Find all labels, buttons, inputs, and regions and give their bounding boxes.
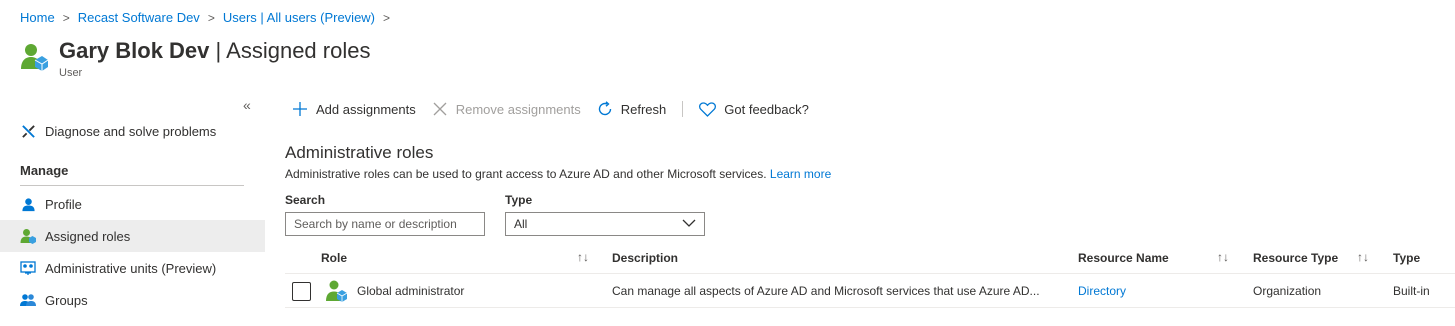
add-assignments-label: Add assignments xyxy=(316,101,416,117)
resource-type: Organization xyxy=(1253,284,1322,298)
admin-units-icon xyxy=(20,260,36,276)
title-divider: | xyxy=(215,38,222,63)
refresh-button[interactable]: Refresh xyxy=(597,101,667,117)
wrench-icon xyxy=(20,123,36,139)
plus-icon xyxy=(292,101,308,117)
learn-more-link[interactable]: Learn more xyxy=(770,167,831,181)
breadcrumb-users[interactable]: Users | All users (Preview) xyxy=(223,10,375,25)
column-header-resource-type[interactable]: Resource Type xyxy=(1253,251,1338,265)
command-bar: Add assignments Remove assignments Refre… xyxy=(292,98,825,120)
collapse-sidebar-icon[interactable]: « xyxy=(243,97,251,113)
remove-assignments-button[interactable]: Remove assignments xyxy=(432,101,581,117)
sidebar-item-assigned-roles[interactable]: Assigned roles xyxy=(0,220,265,252)
sort-icon[interactable]: ↑↓ xyxy=(577,250,589,264)
assigned-roles-icon xyxy=(20,228,36,244)
type-label: Type xyxy=(505,193,533,207)
refresh-icon xyxy=(597,101,613,117)
sidebar-item-label: Assigned roles xyxy=(45,228,131,244)
description-text: Administrative roles can be used to gran… xyxy=(285,167,767,181)
type-dropdown[interactable]: All xyxy=(505,212,705,236)
row-checkbox[interactable] xyxy=(292,282,311,301)
page-header: Gary Blok Dev | Assigned roles User xyxy=(20,38,370,79)
search-input[interactable] xyxy=(285,212,485,236)
add-assignments-button[interactable]: Add assignments xyxy=(292,101,416,117)
divider xyxy=(20,185,244,186)
search-label: Search xyxy=(285,193,326,207)
column-header-description[interactable]: Description xyxy=(612,251,678,265)
role-type: Built-in xyxy=(1393,284,1430,298)
page-subtitle: User xyxy=(59,67,83,79)
breadcrumb-tenant[interactable]: Recast Software Dev xyxy=(78,10,200,25)
chevron-down-icon xyxy=(682,217,696,231)
table-row[interactable]: Global administrator Can manage all aspe… xyxy=(285,275,1455,308)
section-description: Administrative roles can be used to gran… xyxy=(285,167,1455,181)
content-section: Administrative roles Administrative role… xyxy=(285,143,1455,181)
page-title: Gary Blok Dev | Assigned roles xyxy=(59,38,370,64)
section-header-manage: Manage xyxy=(20,163,69,178)
sort-icon[interactable]: ↑↓ xyxy=(1217,250,1229,264)
sidebar-item-label: Groups xyxy=(45,292,88,308)
sidebar-item-groups[interactable]: Groups xyxy=(0,284,265,316)
sidebar-item-label: Administrative units (Preview) xyxy=(45,260,217,276)
refresh-label: Refresh xyxy=(620,101,667,117)
sort-icon[interactable]: ↑↓ xyxy=(1357,250,1369,264)
sidebar-item-admin-units[interactable]: Administrative units (Preview) xyxy=(0,252,265,284)
column-header-type[interactable]: Type xyxy=(1393,251,1420,265)
user-name: Gary Blok Dev xyxy=(59,38,210,63)
groups-icon xyxy=(20,292,36,308)
profile-icon xyxy=(20,196,36,212)
breadcrumb-separator-icon: > xyxy=(62,10,70,25)
sidebar-item-label: Profile xyxy=(45,196,82,212)
breadcrumb-separator-icon: > xyxy=(207,10,215,25)
type-selected-value: All xyxy=(514,217,528,231)
resource-name-link[interactable]: Directory xyxy=(1078,284,1126,298)
feedback-button[interactable]: Got feedback? xyxy=(699,102,809,117)
close-icon xyxy=(432,101,448,117)
heart-icon xyxy=(699,101,717,117)
feedback-label: Got feedback? xyxy=(724,101,809,117)
remove-assignments-label: Remove assignments xyxy=(455,101,581,117)
breadcrumb-home[interactable]: Home xyxy=(20,10,55,25)
table-header: Role ↑↓ Description Resource Name ↑↓ Res… xyxy=(285,243,1455,274)
column-header-role[interactable]: Role xyxy=(321,251,347,265)
breadcrumb: Home > Recast Software Dev > Users | All… xyxy=(20,10,398,25)
user-icon xyxy=(21,44,48,71)
role-icon xyxy=(326,280,348,302)
role-name: Global administrator xyxy=(357,284,465,298)
page-name: Assigned roles xyxy=(226,38,371,63)
section-title: Administrative roles xyxy=(285,143,434,162)
role-description: Can manage all aspects of Azure AD and M… xyxy=(612,284,1040,298)
sidebar-item-diagnose[interactable]: Diagnose and solve problems xyxy=(0,115,265,147)
breadcrumb-separator-icon: > xyxy=(383,10,391,25)
toolbar-divider xyxy=(682,101,684,117)
column-header-resource-name[interactable]: Resource Name xyxy=(1078,251,1169,265)
sidebar-item-label: Diagnose and solve problems xyxy=(45,123,217,139)
sidebar-item-profile[interactable]: Profile xyxy=(0,188,265,220)
